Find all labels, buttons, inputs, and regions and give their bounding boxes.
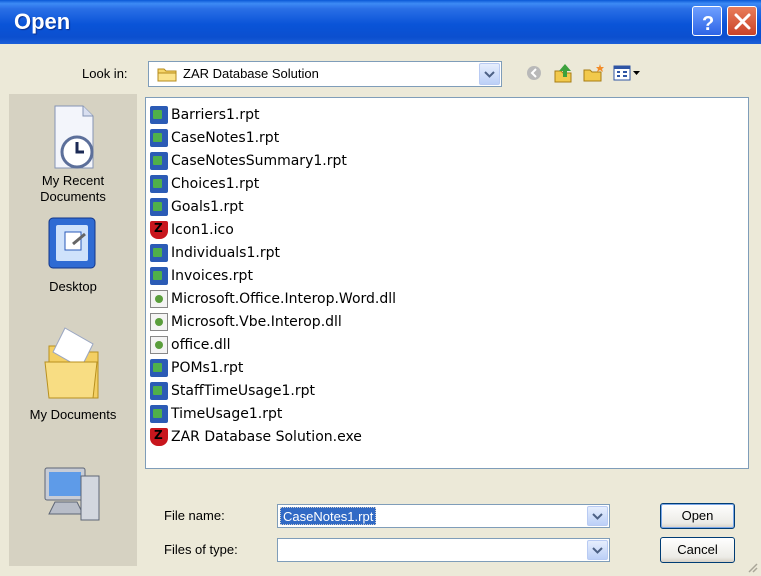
file-name: POMs1.rpt (171, 360, 244, 376)
file-name: Barriers1.rpt (171, 107, 260, 123)
look-in-value: ZAR Database Solution (183, 66, 319, 81)
recent-documents-icon (54, 105, 94, 169)
files-of-type-dropdown-button[interactable] (587, 540, 608, 560)
help-button[interactable]: ? (692, 6, 722, 36)
file-name-input[interactable]: CaseNotes1.rpt (277, 504, 610, 528)
look-in-dropdown[interactable]: ZAR Database Solution (148, 61, 502, 87)
svg-text:?: ? (702, 13, 714, 35)
files-of-type-label: Files of type: (164, 542, 238, 557)
report-file-icon (150, 244, 168, 262)
look-in-label: Look in: (82, 66, 128, 81)
file-name: TimeUsage1.rpt (171, 406, 283, 422)
place-desktop[interactable]: Desktop (9, 214, 137, 295)
report-file-icon (150, 175, 168, 193)
list-item[interactable]: Individuals1.rpt (150, 242, 280, 264)
dll-file-icon (150, 290, 168, 308)
new-folder-icon (583, 64, 604, 82)
cancel-button[interactable]: Cancel (660, 537, 735, 563)
file-name: Choices1.rpt (171, 176, 260, 192)
list-item[interactable]: office.dll (150, 334, 231, 356)
file-name: StaffTimeUsage1.rpt (171, 383, 315, 399)
close-icon (734, 13, 751, 30)
file-name: Icon1.ico (171, 222, 234, 238)
list-item[interactable]: POMs1.rpt (150, 357, 243, 379)
file-name: CaseNotesSummary1.rpt (171, 153, 347, 169)
my-documents-icon (44, 327, 99, 399)
title-bar[interactable]: Open ? (0, 0, 761, 44)
file-name-label: File name: (164, 508, 225, 523)
back-icon (527, 66, 541, 80)
chevron-down-icon (592, 547, 603, 554)
list-item[interactable]: Invoices.rpt (150, 265, 253, 287)
up-folder-button[interactable] (552, 61, 576, 85)
list-item[interactable]: StaffTimeUsage1.rpt (150, 380, 315, 402)
report-file-icon (150, 152, 168, 170)
place-my-documents[interactable]: My Documents (9, 320, 137, 423)
help-icon: ? (702, 13, 714, 35)
file-name-value: CaseNotes1.rpt (280, 507, 377, 525)
file-name: Microsoft.Office.Interop.Word.dll (171, 291, 397, 307)
list-item[interactable]: ZAR Database Solution.exe (150, 426, 362, 448)
desktop-icon (48, 217, 96, 269)
file-name: Invoices.rpt (171, 268, 253, 284)
file-name: ZAR Database Solution.exe (171, 429, 362, 445)
new-folder-button[interactable] (582, 61, 606, 85)
file-name: CaseNotes1.rpt (171, 130, 280, 146)
file-list[interactable]: Barriers1.rpt CaseNotes1.rpt CaseNotesSu… (145, 97, 749, 469)
ico-file-icon (150, 221, 168, 239)
views-menu-button[interactable] (612, 61, 644, 85)
list-item[interactable]: Microsoft.Office.Interop.Word.dll (150, 288, 396, 310)
place-my-computer[interactable] (9, 462, 137, 535)
place-label-line2: Documents (40, 189, 106, 204)
report-file-icon (150, 106, 168, 124)
dll-file-icon (150, 336, 168, 354)
place-label: Desktop (49, 279, 97, 294)
list-item[interactable]: Microsoft.Vbe.Interop.dll (150, 311, 342, 333)
file-name: Goals1.rpt (171, 199, 244, 215)
list-item[interactable]: Icon1.ico (150, 219, 234, 241)
resize-grip-icon[interactable] (747, 562, 759, 574)
dll-file-icon (150, 313, 168, 331)
file-name-dropdown-button[interactable] (587, 506, 608, 526)
report-file-icon (150, 129, 168, 147)
back-button[interactable] (524, 61, 548, 85)
file-name: Microsoft.Vbe.Interop.dll (171, 314, 342, 330)
exe-file-icon (150, 428, 168, 446)
report-file-icon (150, 267, 168, 285)
list-item[interactable]: CaseNotes1.rpt (150, 127, 279, 149)
place-my-recent-documents[interactable]: My Recent Documents (9, 104, 137, 205)
chevron-down-icon (484, 71, 495, 78)
list-item[interactable]: Barriers1.rpt (150, 104, 260, 126)
close-button[interactable] (727, 6, 757, 36)
chevron-down-icon (592, 513, 603, 520)
list-item[interactable]: CaseNotesSummary1.rpt (150, 150, 347, 172)
window-title: Open (14, 9, 71, 34)
my-computer-icon (44, 467, 100, 521)
open-button[interactable]: Open (660, 503, 735, 529)
list-item[interactable]: Goals1.rpt (150, 196, 244, 218)
report-file-icon (150, 198, 168, 216)
report-file-icon (150, 359, 168, 377)
files-of-type-dropdown[interactable] (277, 538, 610, 562)
folder-icon (157, 68, 177, 82)
file-name: Individuals1.rpt (171, 245, 280, 261)
file-name: office.dll (171, 337, 231, 353)
place-label: My Recent (41, 173, 105, 188)
up-folder-icon (554, 64, 572, 83)
place-label: My Documents (29, 407, 117, 422)
list-item[interactable]: TimeUsage1.rpt (150, 403, 282, 425)
look-in-dropdown-button[interactable] (479, 63, 500, 85)
report-file-icon (150, 405, 168, 423)
views-menu-icon (613, 65, 640, 81)
list-item[interactable]: Choices1.rpt (150, 173, 259, 195)
report-file-icon (150, 382, 168, 400)
places-bar: My Recent Documents Desktop My Documents (9, 94, 137, 566)
